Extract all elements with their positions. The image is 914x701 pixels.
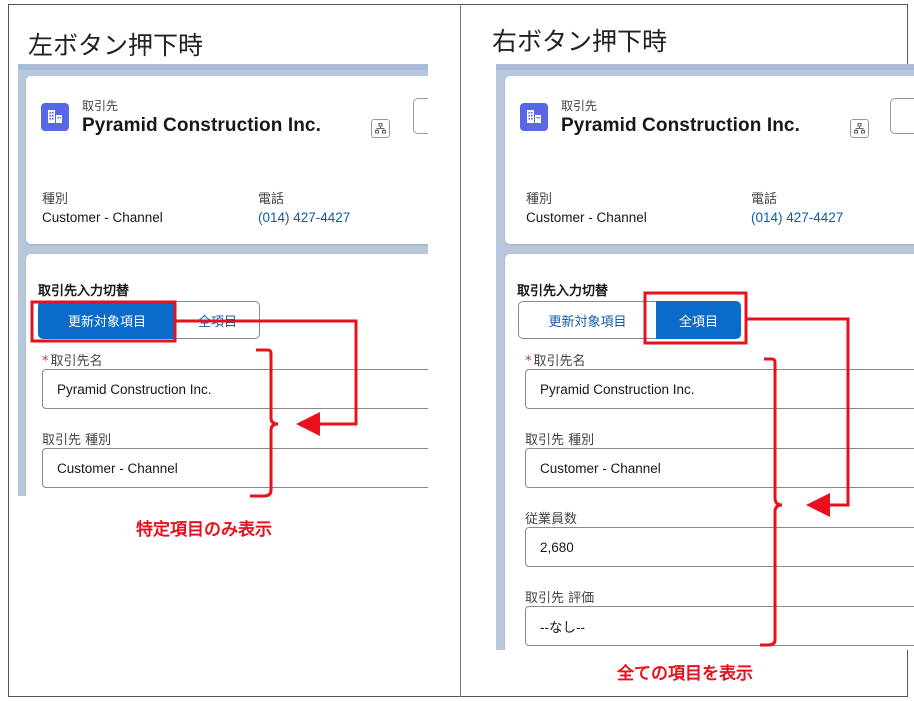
annotation-brace-right <box>760 357 783 647</box>
annotation-arrow-left <box>175 319 358 436</box>
annotation-arrow-right <box>746 317 850 517</box>
highlight-box-right <box>643 291 748 345</box>
highlight-box-left <box>30 300 177 343</box>
caption-left: 特定項目のみ表示 <box>136 520 272 540</box>
caption-right: 全ての項目を表示 <box>617 664 753 684</box>
annotation-brace-left <box>250 348 279 498</box>
annotation-layer <box>30 291 850 647</box>
